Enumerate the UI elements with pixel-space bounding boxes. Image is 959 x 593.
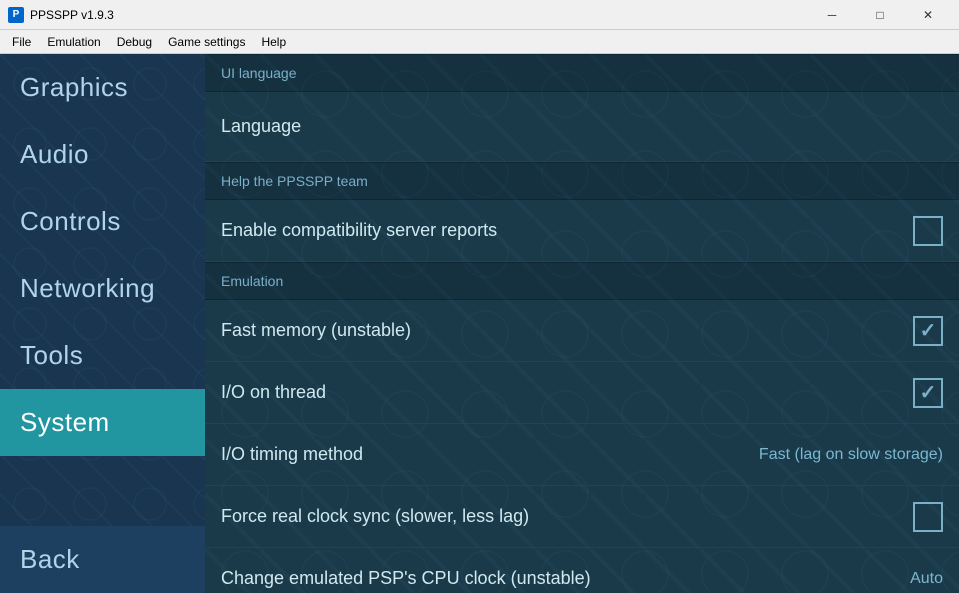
sidebar-item-graphics[interactable]: Graphics (0, 54, 205, 121)
sidebar-item-back[interactable]: Back (0, 526, 205, 593)
checkbox-clock-sync[interactable] (913, 502, 943, 532)
section-header-help: Help the PPSSPP team (205, 162, 959, 200)
main-content: Graphics Audio Controls Networking Tools… (0, 54, 959, 593)
window-controls: ─ □ ✕ (809, 0, 951, 30)
maximize-button[interactable]: □ (857, 0, 903, 30)
minimize-button[interactable]: ─ (809, 0, 855, 30)
setting-label-io-timing: I/O timing method (221, 444, 363, 465)
title-bar: P PPSSPP v1.9.3 ─ □ ✕ (0, 0, 959, 30)
sidebar-item-controls[interactable]: Controls (0, 188, 205, 255)
menu-game-settings[interactable]: Game settings (160, 33, 253, 51)
setting-row-cpu-clock[interactable]: Change emulated PSP's CPU clock (unstabl… (205, 548, 959, 593)
sidebar-nav: Graphics Audio Controls Networking Tools… (0, 54, 205, 593)
sidebar-item-tools[interactable]: Tools (0, 322, 205, 389)
setting-label-compat-server: Enable compatibility server reports (221, 220, 497, 241)
menu-emulation[interactable]: Emulation (39, 33, 108, 51)
menu-help[interactable]: Help (253, 33, 294, 51)
setting-label-language: Language (221, 116, 301, 137)
close-button[interactable]: ✕ (905, 0, 951, 30)
setting-label-fast-memory: Fast memory (unstable) (221, 320, 411, 341)
setting-value-cpu-clock: Auto (910, 570, 943, 588)
sidebar-item-networking[interactable]: Networking (0, 255, 205, 322)
app-icon: P (8, 7, 24, 23)
setting-label-io-thread: I/O on thread (221, 382, 326, 403)
setting-row-compat-server[interactable]: Enable compatibility server reports (205, 200, 959, 262)
menu-bar: File Emulation Debug Game settings Help (0, 30, 959, 54)
checkbox-io-thread[interactable] (913, 378, 943, 408)
setting-label-clock-sync: Force real clock sync (slower, less lag) (221, 506, 529, 527)
setting-row-language[interactable]: Language (205, 92, 959, 162)
app-title: PPSSPP v1.9.3 (30, 8, 114, 22)
checkbox-fast-memory[interactable] (913, 316, 943, 346)
sidebar-item-system[interactable]: System (0, 389, 205, 456)
sidebar: Graphics Audio Controls Networking Tools… (0, 54, 205, 593)
setting-row-fast-memory[interactable]: Fast memory (unstable) (205, 300, 959, 362)
sidebar-item-audio[interactable]: Audio (0, 121, 205, 188)
setting-label-cpu-clock: Change emulated PSP's CPU clock (unstabl… (221, 568, 591, 589)
setting-value-io-timing: Fast (lag on slow storage) (759, 446, 943, 464)
settings-panel: UI language Language Help the PPSSPP tea… (205, 54, 959, 593)
setting-row-io-thread[interactable]: I/O on thread (205, 362, 959, 424)
menu-debug[interactable]: Debug (109, 33, 160, 51)
setting-row-io-timing[interactable]: I/O timing method Fast (lag on slow stor… (205, 424, 959, 486)
title-bar-left: P PPSSPP v1.9.3 (8, 7, 114, 23)
menu-file[interactable]: File (4, 33, 39, 51)
section-header-ui-language: UI language (205, 54, 959, 92)
section-header-emulation: Emulation (205, 262, 959, 300)
setting-row-clock-sync[interactable]: Force real clock sync (slower, less lag) (205, 486, 959, 548)
checkbox-compat-server[interactable] (913, 216, 943, 246)
